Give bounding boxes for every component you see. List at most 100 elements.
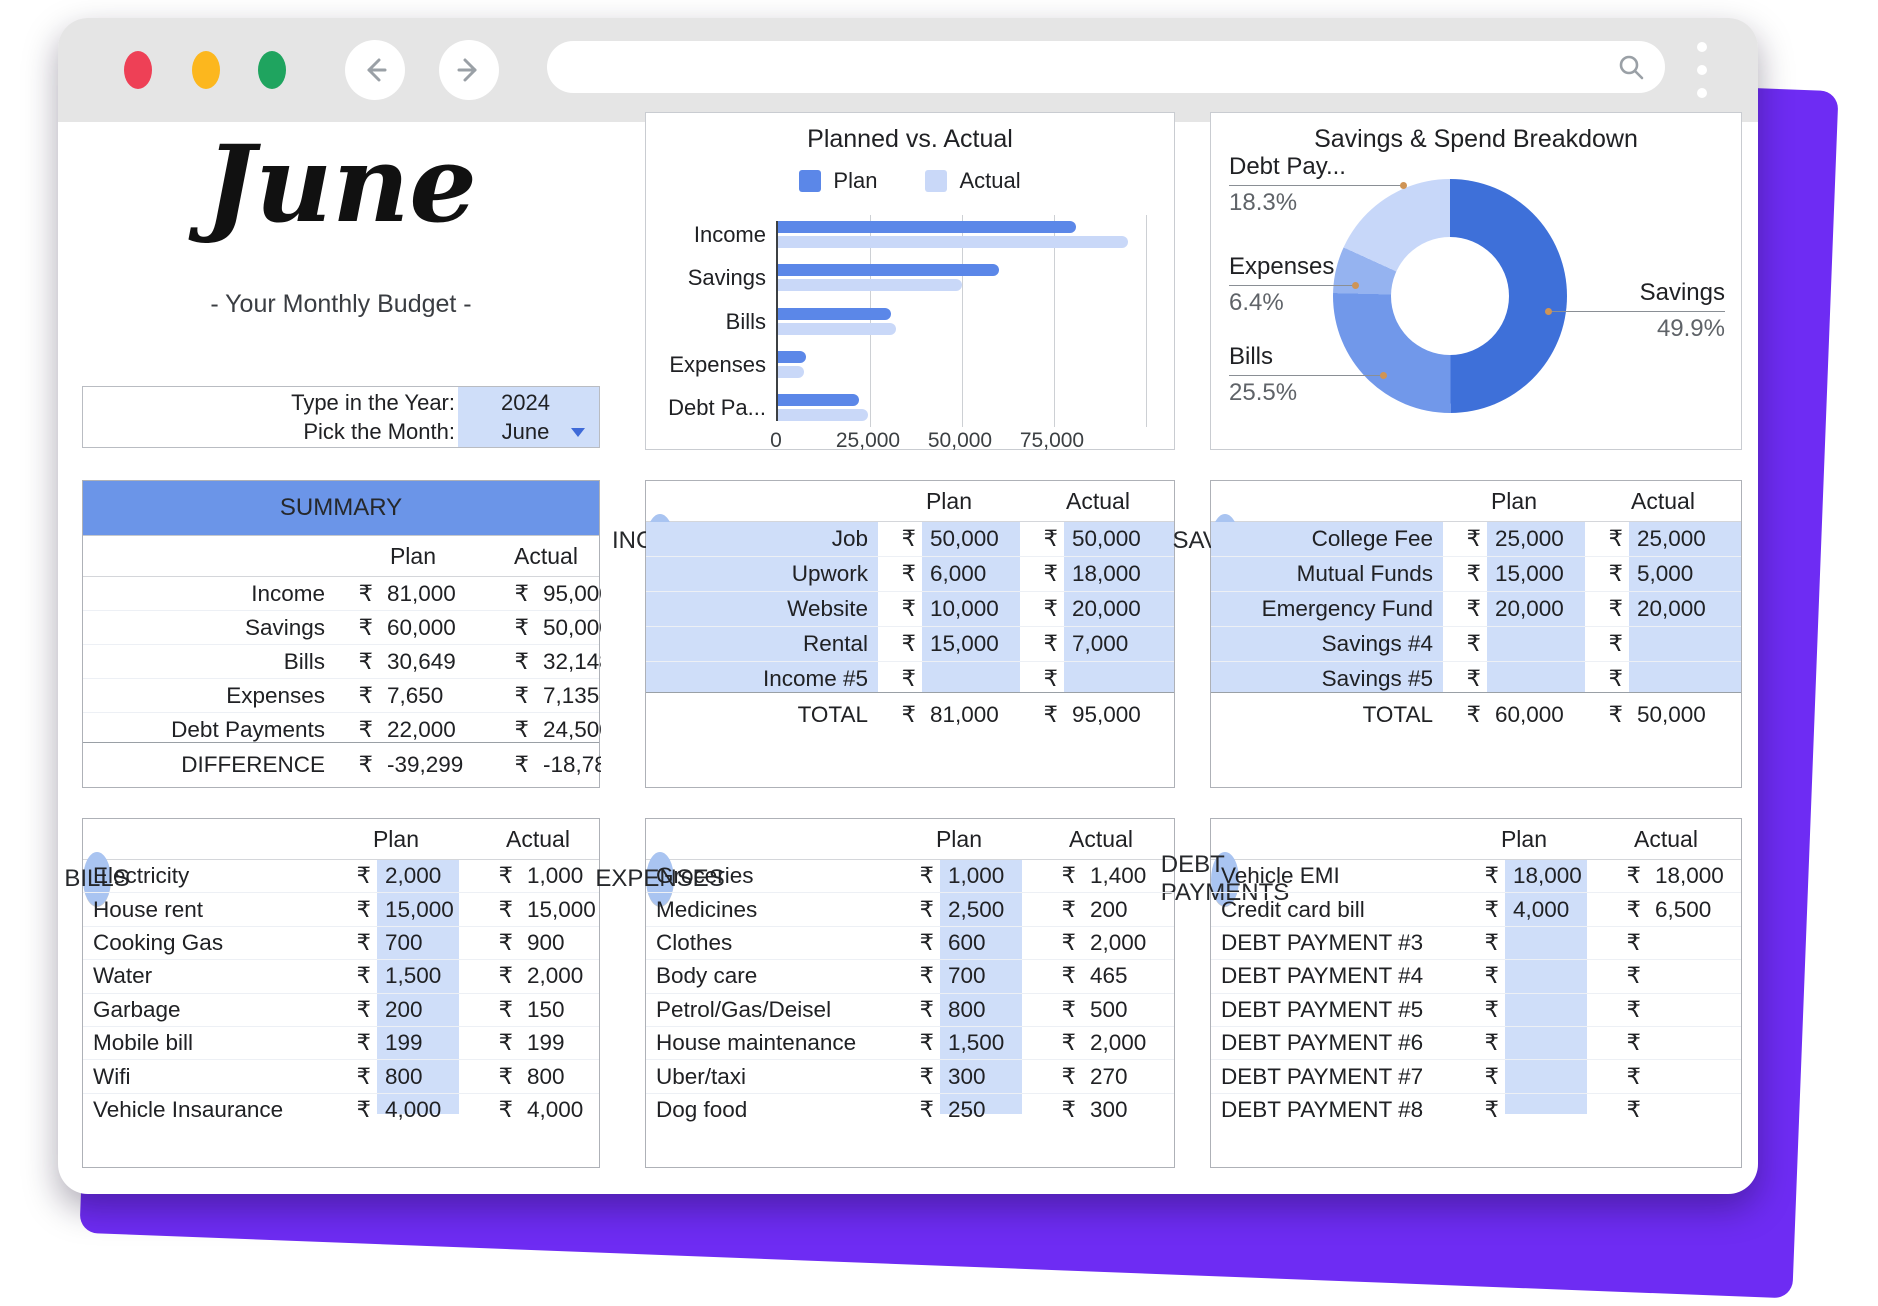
plan-value-cell[interactable]: 1,500 — [940, 1030, 1022, 1056]
row-label-cell[interactable]: DEBT PAYMENT #6 — [1211, 1030, 1461, 1056]
row-label-cell[interactable]: Job — [646, 526, 878, 552]
actual-value-cell[interactable]: 20,000 — [1064, 596, 1176, 622]
actual-value-cell[interactable]: 5,000 — [1629, 561, 1741, 587]
plan-value-cell[interactable]: 25,000 — [1487, 526, 1585, 552]
row-label-cell[interactable]: Income #5 — [646, 666, 878, 692]
actual-value-cell[interactable]: 2,000 — [519, 963, 601, 989]
actual-value-cell[interactable]: 15,000 — [519, 897, 601, 923]
actual-value-cell[interactable]: 150 — [519, 997, 601, 1023]
maximize-window-button[interactable] — [258, 51, 286, 89]
row-label-cell[interactable]: Savings — [83, 615, 335, 641]
row-label-cell[interactable]: Dog food — [646, 1097, 896, 1123]
plan-value-cell[interactable]: 1,500 — [377, 963, 459, 989]
back-button[interactable] — [345, 40, 405, 100]
actual-value-cell[interactable]: 1,000 — [519, 863, 601, 889]
close-window-button[interactable] — [124, 51, 152, 89]
actual-total-cell[interactable]: 95,000 — [1064, 702, 1176, 728]
row-label-cell[interactable]: Savings #5 — [1211, 666, 1443, 692]
actual-value-cell[interactable]: 270 — [1082, 1064, 1164, 1090]
actual-value-cell[interactable]: 18,000 — [1064, 561, 1176, 587]
actual-value-cell[interactable]: 95,000 — [535, 581, 601, 607]
actual-value-cell[interactable]: 1,400 — [1082, 863, 1164, 889]
plan-value-cell[interactable]: 2,500 — [940, 897, 1022, 923]
actual-value-cell[interactable]: 300 — [1082, 1097, 1164, 1123]
actual-value-cell[interactable]: 199 — [519, 1030, 601, 1056]
actual-value-cell[interactable]: 24,500 — [535, 717, 601, 743]
row-label-cell[interactable]: DEBT PAYMENT #7 — [1211, 1064, 1461, 1090]
plan-value-cell[interactable]: 199 — [377, 1030, 459, 1056]
plan-value-cell[interactable]: 4,000 — [377, 1097, 459, 1123]
actual-value-cell[interactable]: 200 — [1082, 897, 1164, 923]
forward-button[interactable] — [439, 40, 499, 100]
row-label-cell[interactable]: DEBT PAYMENT #4 — [1211, 963, 1461, 989]
row-label-cell[interactable]: Petrol/Gas/Deisel — [646, 997, 896, 1023]
actual-value-cell[interactable]: 2,000 — [1082, 930, 1164, 956]
plan-value-cell[interactable]: 20,000 — [1487, 596, 1585, 622]
plan-value-cell[interactable]: 2,000 — [377, 863, 459, 889]
year-input[interactable]: 2024 — [455, 390, 596, 416]
actual-value-cell[interactable]: 4,000 — [519, 1097, 601, 1123]
row-label-cell[interactable]: Mutual Funds — [1211, 561, 1443, 587]
row-label-cell[interactable]: House maintenance — [646, 1030, 896, 1056]
address-bar-input[interactable] — [571, 41, 1595, 95]
browser-menu-button[interactable] — [1690, 38, 1714, 104]
actual-total-cell[interactable]: -18,783 — [535, 752, 601, 778]
row-label-cell[interactable]: Expenses — [83, 683, 335, 709]
plan-value-cell[interactable]: 50,000 — [922, 526, 1020, 552]
plan-value-cell[interactable]: 15,000 — [922, 631, 1020, 657]
row-label-cell[interactable]: Clothes — [646, 930, 896, 956]
plan-value-cell[interactable]: 800 — [940, 997, 1022, 1023]
actual-value-cell[interactable]: 800 — [519, 1064, 601, 1090]
row-label-cell[interactable]: Emergency Fund — [1211, 596, 1443, 622]
plan-value-cell[interactable]: 10,000 — [922, 596, 1020, 622]
actual-value-cell[interactable]: 500 — [1082, 997, 1164, 1023]
actual-value-cell[interactable]: 7,000 — [1064, 631, 1176, 657]
row-label-cell[interactable]: Rental — [646, 631, 878, 657]
row-label-cell[interactable]: House rent — [83, 897, 333, 923]
plan-value-cell[interactable]: 30,649 — [379, 649, 491, 675]
row-label-cell[interactable]: Uber/taxi — [646, 1064, 896, 1090]
row-label-cell[interactable]: Bills — [83, 649, 335, 675]
plan-value-cell[interactable]: 700 — [940, 963, 1022, 989]
row-label-cell[interactable]: Cooking Gas — [83, 930, 333, 956]
actual-value-cell[interactable]: 50,000 — [1064, 526, 1176, 552]
search-icon[interactable] — [1617, 53, 1645, 86]
address-bar[interactable] — [547, 41, 1665, 93]
plan-value-cell[interactable]: 250 — [940, 1097, 1022, 1123]
actual-value-cell[interactable]: 32,148 — [535, 649, 601, 675]
plan-value-cell[interactable]: 700 — [377, 930, 459, 956]
row-label-cell[interactable]: Garbage — [83, 997, 333, 1023]
plan-value-cell[interactable]: 600 — [940, 930, 1022, 956]
row-label-cell[interactable]: Medicines — [646, 897, 896, 923]
row-label-cell[interactable]: Upwork — [646, 561, 878, 587]
row-label-cell[interactable]: Water — [83, 963, 333, 989]
row-label-cell[interactable]: Income — [83, 581, 335, 607]
actual-value-cell[interactable]: 2,000 — [1082, 1030, 1164, 1056]
row-label-cell[interactable]: DEBT PAYMENT #3 — [1211, 930, 1461, 956]
minimize-window-button[interactable] — [192, 51, 220, 89]
row-label-cell[interactable]: Body care — [646, 963, 896, 989]
row-label-cell[interactable]: Wifi — [83, 1064, 333, 1090]
row-label-cell[interactable]: Mobile bill — [83, 1030, 333, 1056]
month-dropdown-arrow-icon[interactable] — [571, 428, 585, 437]
plan-value-cell[interactable]: 800 — [377, 1064, 459, 1090]
plan-value-cell[interactable]: 60,000 — [379, 615, 491, 641]
plan-value-cell[interactable]: 15,000 — [1487, 561, 1585, 587]
plan-value-cell[interactable]: 22,000 — [379, 717, 491, 743]
row-label-cell[interactable]: Groceries — [646, 863, 896, 889]
row-label-cell[interactable]: College Fee — [1211, 526, 1443, 552]
actual-value-cell[interactable]: 6,500 — [1647, 897, 1729, 923]
actual-value-cell[interactable]: 465 — [1082, 963, 1164, 989]
plan-value-cell[interactable]: 7,650 — [379, 683, 491, 709]
plan-total-cell[interactable]: -39,299 — [379, 752, 491, 778]
actual-value-cell[interactable]: 7,135 — [535, 683, 601, 709]
row-label-cell[interactable]: DEBT PAYMENT #8 — [1211, 1097, 1461, 1123]
row-label-cell[interactable]: DEBT PAYMENT #5 — [1211, 997, 1461, 1023]
row-label-cell[interactable]: Savings #4 — [1211, 631, 1443, 657]
plan-total-cell[interactable]: 81,000 — [922, 702, 1020, 728]
row-label-cell[interactable]: Website — [646, 596, 878, 622]
plan-value-cell[interactable]: 300 — [940, 1064, 1022, 1090]
row-label-cell[interactable]: Credit card bill — [1211, 897, 1461, 923]
actual-value-cell[interactable]: 25,000 — [1629, 526, 1741, 552]
actual-value-cell[interactable]: 18,000 — [1647, 863, 1729, 889]
